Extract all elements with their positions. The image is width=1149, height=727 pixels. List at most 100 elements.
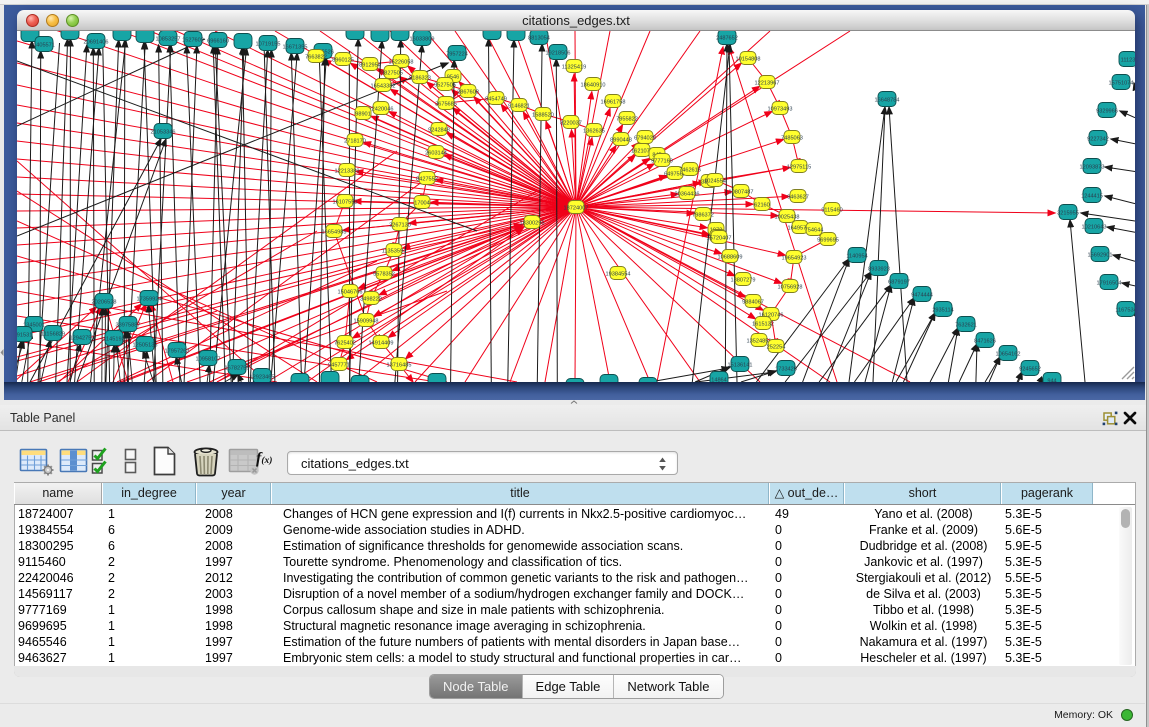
svg-text:62160: 62160 [754,203,770,209]
svg-text:6879197: 6879197 [888,280,910,286]
svg-text:9146821: 9146821 [508,104,530,110]
svg-text:15909948: 15909948 [354,319,379,325]
svg-text:7462616: 7462616 [679,168,701,174]
svg-text:15751074: 15751074 [1109,81,1134,87]
svg-text:16782759: 16782759 [225,366,250,372]
svg-text:8220037: 8220037 [560,121,582,127]
svg-text:9777169: 9777169 [651,159,673,165]
svg-text:15136141: 15136141 [728,363,753,369]
svg-text:15046766: 15046766 [338,290,363,296]
svg-text:7955822: 7955822 [616,117,638,123]
svg-text:16671355: 16671355 [283,45,308,51]
svg-text:12213967: 12213967 [755,81,780,87]
svg-text:9329966: 9329966 [1096,109,1118,115]
svg-text:9227342: 9227342 [1087,137,1109,143]
svg-text:12942757: 12942757 [70,336,95,342]
svg-text:11353594: 11353594 [382,249,406,255]
svg-text:12975115: 12975115 [787,165,811,171]
svg-text:9457771: 9457771 [328,363,350,369]
svg-text:22420046: 22420046 [369,107,394,113]
svg-text:9242848: 9242848 [428,128,450,134]
svg-text:2603144: 2603144 [425,151,447,157]
svg-text:16033809: 16033809 [410,37,435,43]
svg-text:7625402: 7625402 [334,341,356,347]
svg-text:1527602: 1527602 [182,38,204,44]
svg-text:10807487: 10807487 [729,190,754,196]
svg-text:991531: 991531 [17,333,32,339]
svg-text:10756928: 10756928 [778,285,803,291]
svg-text:15692901: 15692901 [1088,253,1113,259]
svg-text:754644: 754644 [805,228,824,234]
svg-text:7957224: 7957224 [446,52,468,58]
svg-text:252254: 252254 [767,345,786,351]
svg-text:21053346: 21053346 [151,130,176,136]
svg-text:1244415: 1244415 [1081,194,1103,200]
svg-text:16107553: 16107553 [333,200,358,206]
svg-text:10154808: 10154808 [736,57,761,63]
svg-text:8990448: 8990448 [610,138,632,144]
svg-text:12505135: 12505135 [133,343,158,349]
svg-text:18807279: 18807279 [731,278,756,284]
svg-text:19218506: 19218506 [546,51,571,57]
svg-text:9115460: 9115460 [821,208,842,214]
svg-text:20206528: 20206528 [92,300,117,306]
svg-text:11123: 11123 [1121,58,1135,64]
svg-text:8186323: 8186323 [409,76,431,82]
svg-text:2935114: 2935114 [932,308,953,314]
svg-text:7663822: 7663822 [305,55,327,61]
svg-text:8427552: 8427552 [416,177,438,183]
svg-text:11325419: 11325419 [562,65,586,71]
svg-text:9463627: 9463627 [787,195,809,201]
svg-text:17004: 17004 [414,201,430,207]
svg-text:19654923: 19654923 [782,256,807,262]
svg-text:16654985: 16654985 [322,230,347,236]
svg-text:7632621: 7632621 [955,323,977,329]
svg-text:3675685: 3675685 [435,102,457,108]
svg-text:3267130: 3267130 [389,223,411,229]
svg-text:9474444: 9474444 [911,293,933,299]
svg-text:20364436: 20364436 [675,192,700,198]
svg-text:1615132: 1615132 [752,322,774,328]
svg-text:1024554: 1024554 [704,179,726,185]
svg-text:8813054: 8813054 [528,36,550,42]
svg-text:16961758: 16961758 [601,100,626,106]
svg-text:2718170: 2718170 [344,139,366,145]
svg-text:14914409: 14914409 [369,341,394,347]
svg-text:8960125: 8960125 [332,58,354,64]
svg-text:18640910: 18640910 [581,83,606,89]
svg-text:10654162: 10654162 [996,352,1021,358]
svg-text:18300295: 18300295 [520,221,545,227]
svg-text:6966160: 6966160 [207,39,229,45]
svg-text:1362635: 1362635 [583,129,605,135]
svg-text:6794028: 6794028 [634,136,656,142]
svg-text:8471626: 8471626 [974,339,996,345]
svg-text:19384554: 19384554 [606,272,631,278]
svg-text:98901: 98901 [355,112,371,118]
svg-text:7485063: 7485063 [781,136,803,142]
svg-text:10853257: 10853257 [156,37,181,43]
svg-text:15720407: 15720407 [707,236,732,242]
svg-text:9245652: 9245652 [1019,367,1041,373]
svg-text:20691406: 20691406 [84,40,109,46]
svg-text:12923465: 12923465 [250,375,275,381]
svg-text:3215955: 3215955 [1057,211,1079,217]
svg-text:1405571: 1405571 [33,43,55,49]
svg-text:2867608: 2867608 [457,90,479,96]
svg-text:7986372: 7986372 [692,213,714,219]
svg-text:11156829: 11156829 [41,332,65,338]
svg-text:9699695: 9699695 [817,238,839,244]
svg-text:12213389: 12213389 [335,169,360,175]
svg-text:2487652: 2487652 [716,36,738,42]
svg-text:10958107: 10958107 [196,357,221,363]
svg-text:16543382: 16543382 [371,84,396,90]
svg-text:17957263: 17957263 [165,349,190,355]
svg-text:18724007: 18724007 [564,206,589,212]
svg-text:17359924: 17359924 [137,297,162,303]
svg-text:15226058: 15226058 [389,60,414,66]
svg-text:16648784: 16648784 [875,98,900,104]
svg-text:5578352: 5578352 [373,272,395,278]
svg-text:1733426: 1733426 [775,367,797,373]
svg-text:33975887: 33975887 [116,323,141,329]
svg-text:1588520: 1588520 [532,113,554,119]
svg-text:10025438: 10025438 [775,215,800,221]
